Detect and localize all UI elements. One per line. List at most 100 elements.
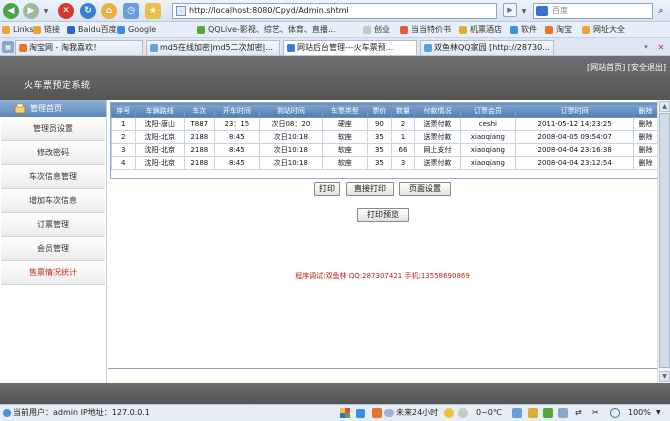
translate-icon[interactable]: ⇄ (575, 405, 582, 421)
scroll-thumb[interactable] (659, 113, 670, 368)
sidebar: 管理首页 管理员设置 修改密码 车次信息管理 增加车次信息 订票管理 会员管理 … (0, 100, 107, 383)
sidebar-item-change-password[interactable]: 修改密码 (1, 141, 105, 165)
bookmark-dangdang[interactable]: 当当特价书 (400, 24, 451, 36)
column-header: 订票时间 (515, 103, 635, 118)
table-cell: 软座 (321, 130, 369, 144)
table-row: 3 沈阳-北京 2188 8:45 次日10:18 软座 35 66 网上支付 xiaoqiang… (111, 143, 658, 157)
table-cell: 网上支付 (414, 143, 461, 157)
table-cell: 8:45 (213, 130, 261, 144)
print-preview-button[interactable]: 打印预览 (357, 208, 409, 222)
table-cell: 沈阳-唐山 (134, 117, 186, 131)
direct-print-button[interactable]: 直接打印 (346, 182, 394, 196)
column-header: 票价 (367, 103, 392, 118)
download-icon[interactable] (356, 409, 365, 418)
bookmark-google[interactable]: Google (117, 24, 156, 36)
logout-link[interactable]: [安全退出] (628, 63, 666, 72)
home-icon[interactable]: ⌂ (101, 3, 117, 19)
scroll-down-icon[interactable]: ▼ (659, 371, 670, 382)
column-header: 付款情况 (414, 103, 461, 118)
table-cell: 8:45 (213, 156, 261, 170)
app-footer-bar (0, 383, 670, 404)
bookmark-qqlive[interactable]: QQLive-影视、综艺、体育、直播... (197, 24, 357, 36)
table-cell: 23：15 (213, 117, 261, 131)
refresh-icon[interactable]: ↻ (80, 3, 96, 19)
table-cell: 35 (367, 156, 392, 170)
stop-icon[interactable]: ✕ (58, 3, 74, 19)
delete-link[interactable]: 删除 (633, 130, 658, 144)
tab-shuangyulin[interactable]: 双鱼林QQ家园 [http://28730... (420, 40, 554, 55)
search-dropdown-icon[interactable]: ▼ (519, 3, 529, 19)
vertical-scrollbar[interactable]: ▲ ▼ (657, 100, 670, 383)
delete-link[interactable]: 删除 (633, 117, 658, 131)
sidebar-item-sales-stats[interactable]: 售票情况统计 (1, 261, 105, 285)
security-icon[interactable] (543, 408, 553, 418)
weather-label: 未来24小时 (396, 408, 439, 417)
bookmark-chuangye[interactable]: 创业 (363, 24, 390, 36)
addon-icon[interactable] (372, 408, 382, 418)
sidebar-item-admin-settings[interactable]: 管理员设置 (1, 117, 105, 141)
table-cell: 2188 (184, 130, 215, 144)
sidebar-item-train-info[interactable]: 车次信息管理 (1, 165, 105, 189)
tab-list-icon[interactable]: ▾ (640, 41, 652, 53)
table-cell: 1 (390, 130, 416, 144)
page-setup-button[interactable]: 页面设置 (399, 182, 451, 196)
bookmark-wangzhi[interactable]: 网址大全 (582, 24, 625, 36)
moon-icon (458, 408, 468, 418)
scroll-up-icon[interactable]: ▲ (659, 101, 670, 112)
bookmark-links-cn[interactable]: 链接 (33, 24, 60, 36)
history-icon[interactable]: ◷ (123, 3, 139, 19)
tab-menu-icon[interactable]: ▦ (2, 41, 14, 53)
delete-link[interactable]: 删除 (633, 156, 658, 170)
zoom-level[interactable]: 100% (628, 405, 651, 421)
weather-forecast[interactable]: 未来24小时 (384, 405, 438, 421)
mail-icon[interactable] (528, 408, 538, 418)
sidebar-item-add-train[interactable]: 增加车次信息 (1, 189, 105, 213)
print-button[interactable]: 打印 (314, 182, 340, 196)
tab-taobao[interactable]: 淘宝网 - 淘我喜欢！ (15, 40, 143, 55)
close-tab-icon[interactable]: ✕ (655, 41, 667, 53)
column-header: 删除 (633, 103, 658, 118)
address-bar[interactable]: http://localhost:8080/Cpyd/Admin.shtml (172, 3, 497, 19)
bookmark-software[interactable]: 软件 (510, 24, 537, 36)
sidebar-header[interactable]: 管理首页 (0, 100, 106, 117)
zoom-icon[interactable] (610, 408, 620, 418)
dropdown-icon[interactable]: ▼ (41, 3, 51, 19)
app-grid-icon[interactable] (340, 408, 350, 418)
sidebar-item-members[interactable]: 会员管理 (1, 237, 105, 261)
zoom-dropdown-icon[interactable]: ▼ (656, 405, 661, 421)
column-header: 车票类型 (321, 103, 369, 118)
column-header: 车次 (184, 103, 215, 118)
delete-link[interactable]: 删除 (633, 143, 658, 157)
table-cell: 2011-05-12 14:23:25 (515, 117, 635, 131)
screenshot-icon[interactable]: ✂ (592, 405, 599, 421)
network-icon[interactable] (512, 408, 522, 418)
bookmarks-bar: Links 链接 Baidu百度 Google QQLive-影视、综艺、体育、… (0, 22, 670, 38)
orders-table: 序号 车辆路线 车次 开车时间 到站时间 车票类型 票价 数量 付款情况 订票会员 订票时间 删除 1… (111, 103, 658, 170)
site-home-link[interactable]: [网站首页] (587, 63, 625, 72)
sound-icon[interactable] (558, 408, 568, 418)
search-engine-icon (536, 6, 548, 16)
search-go-icon[interactable]: ⌕ (655, 3, 667, 19)
app-title: 火车票预定系统 (24, 81, 91, 91)
bookmark-baidu[interactable]: Baidu百度 (67, 24, 117, 36)
sidebar-item-orders[interactable]: 订票管理 (1, 213, 105, 237)
table-cell: 送票付款 (414, 117, 461, 131)
back-icon[interactable]: ◀ (3, 3, 19, 19)
bookmark-links[interactable]: Links (2, 24, 34, 36)
column-header: 订票会员 (459, 103, 517, 118)
app-header: [网站首页] [安全退出] 火车票预定系统 (0, 56, 670, 100)
table-cell: T887 (184, 117, 215, 131)
table-cell: 2008-04-04 23:12:54 (515, 156, 635, 170)
search-input[interactable]: 百度 (533, 3, 653, 19)
go-icon[interactable]: ▶ (503, 3, 517, 17)
cloud-icon (384, 409, 394, 417)
column-header: 数量 (390, 103, 416, 118)
tab-admin[interactable]: 网站后台管理---火车票预... (283, 40, 417, 55)
table-header-row: 序号 车辆路线 车次 开车时间 到站时间 车票类型 票价 数量 付款情况 订票会员 订票时间 删除 (111, 103, 658, 118)
tab-md5[interactable]: md5在线加密|md5二次加密|... (146, 40, 280, 55)
forward-icon[interactable]: ▶ (23, 3, 39, 19)
favorites-icon[interactable]: ★ (145, 3, 161, 19)
bookmark-hotel[interactable]: 机票酒店 (459, 24, 502, 36)
bookmark-taobao[interactable]: 淘宝 (545, 24, 572, 36)
table-row: 2 沈阳-北京 2188 8:45 次日10:18 软座 35 1 送票付款 xiaoqiang 2… (111, 130, 658, 144)
